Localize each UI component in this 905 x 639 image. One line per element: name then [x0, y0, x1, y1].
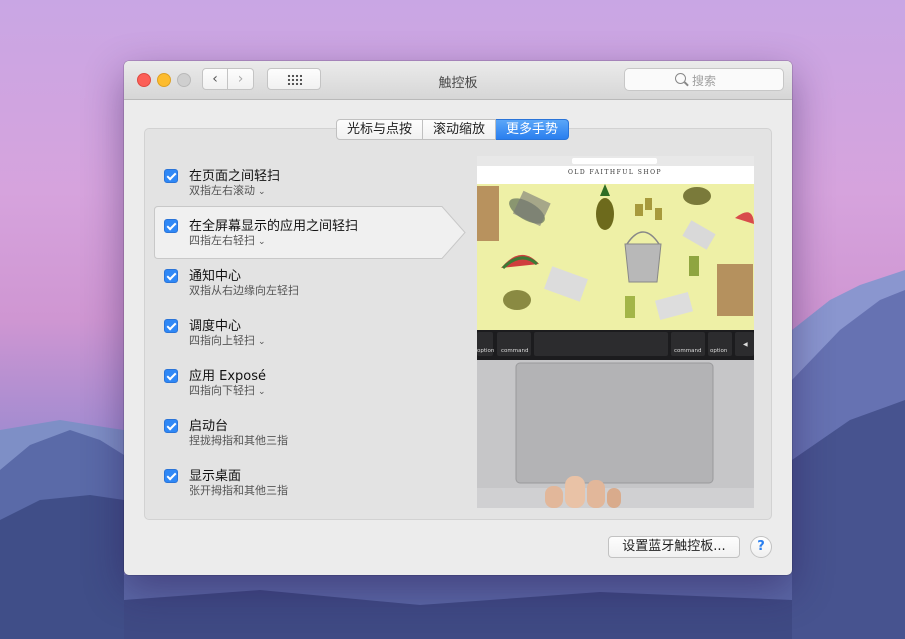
checkbox[interactable] — [164, 369, 178, 383]
checkbox[interactable] — [164, 319, 178, 333]
preview-illustration: OLD FAITHFUL SHOP option command command… — [477, 156, 754, 508]
preferences-window: ‹ › 触控板 搜索 光标与点按 滚动缩放 更多手势 在页面之间轻扫 双指左右滚… — [124, 61, 792, 575]
checkbox[interactable] — [164, 169, 178, 183]
tab-more-gestures[interactable]: 更多手势 — [496, 119, 570, 140]
key-label: option — [710, 348, 728, 354]
gesture-detail-dropdown[interactable]: 双指左右滚动 ⌄ — [189, 182, 266, 198]
title-bar: ‹ › 触控板 搜索 — [124, 61, 792, 100]
gesture-detail: 双指从右边缘向左轻扫 — [189, 284, 299, 297]
checkbox[interactable] — [164, 419, 178, 433]
tab-scroll-zoom[interactable]: 滚动缩放 — [423, 119, 497, 140]
gesture-detail: 张开拇指和其他三指 — [189, 484, 288, 497]
gesture-detail-dropdown[interactable]: 四指左右轻扫 ⌄ — [189, 232, 266, 248]
shop-name: OLD FAITHFUL SHOP — [568, 169, 662, 176]
gesture-detail-dropdown[interactable]: 四指向上轻扫 ⌄ — [189, 332, 266, 348]
chevron-down-icon: ⌄ — [258, 187, 266, 197]
checkbox[interactable] — [164, 219, 178, 233]
key-label: command — [501, 348, 528, 354]
search-icon — [675, 73, 686, 84]
search-placeholder: 搜索 — [692, 74, 717, 88]
gesture-preview-video: OLD FAITHFUL SHOP option command command… — [477, 156, 754, 508]
search-field[interactable]: 搜索 — [624, 68, 784, 91]
gesture-detail: 捏拢拇指和其他三指 — [189, 434, 288, 447]
help-button[interactable]: ? — [750, 536, 772, 558]
key-label: option — [477, 348, 495, 354]
chevron-down-icon: ⌄ — [258, 387, 266, 397]
checkbox[interactable] — [164, 269, 178, 283]
setup-bluetooth-trackpad-button[interactable]: 设置蓝牙触控板... — [608, 536, 740, 558]
tab-point-click[interactable]: 光标与点按 — [336, 119, 424, 140]
svg-text:◀: ◀ — [743, 341, 748, 348]
key-label: command — [674, 348, 701, 354]
chevron-down-icon: ⌄ — [258, 237, 266, 247]
checkbox[interactable] — [164, 469, 178, 483]
gesture-detail-dropdown[interactable]: 四指向下轻扫 ⌄ — [189, 382, 266, 398]
tab-bar: 光标与点按 滚动缩放 更多手势 — [336, 119, 570, 141]
chevron-down-icon: ⌄ — [258, 337, 266, 347]
